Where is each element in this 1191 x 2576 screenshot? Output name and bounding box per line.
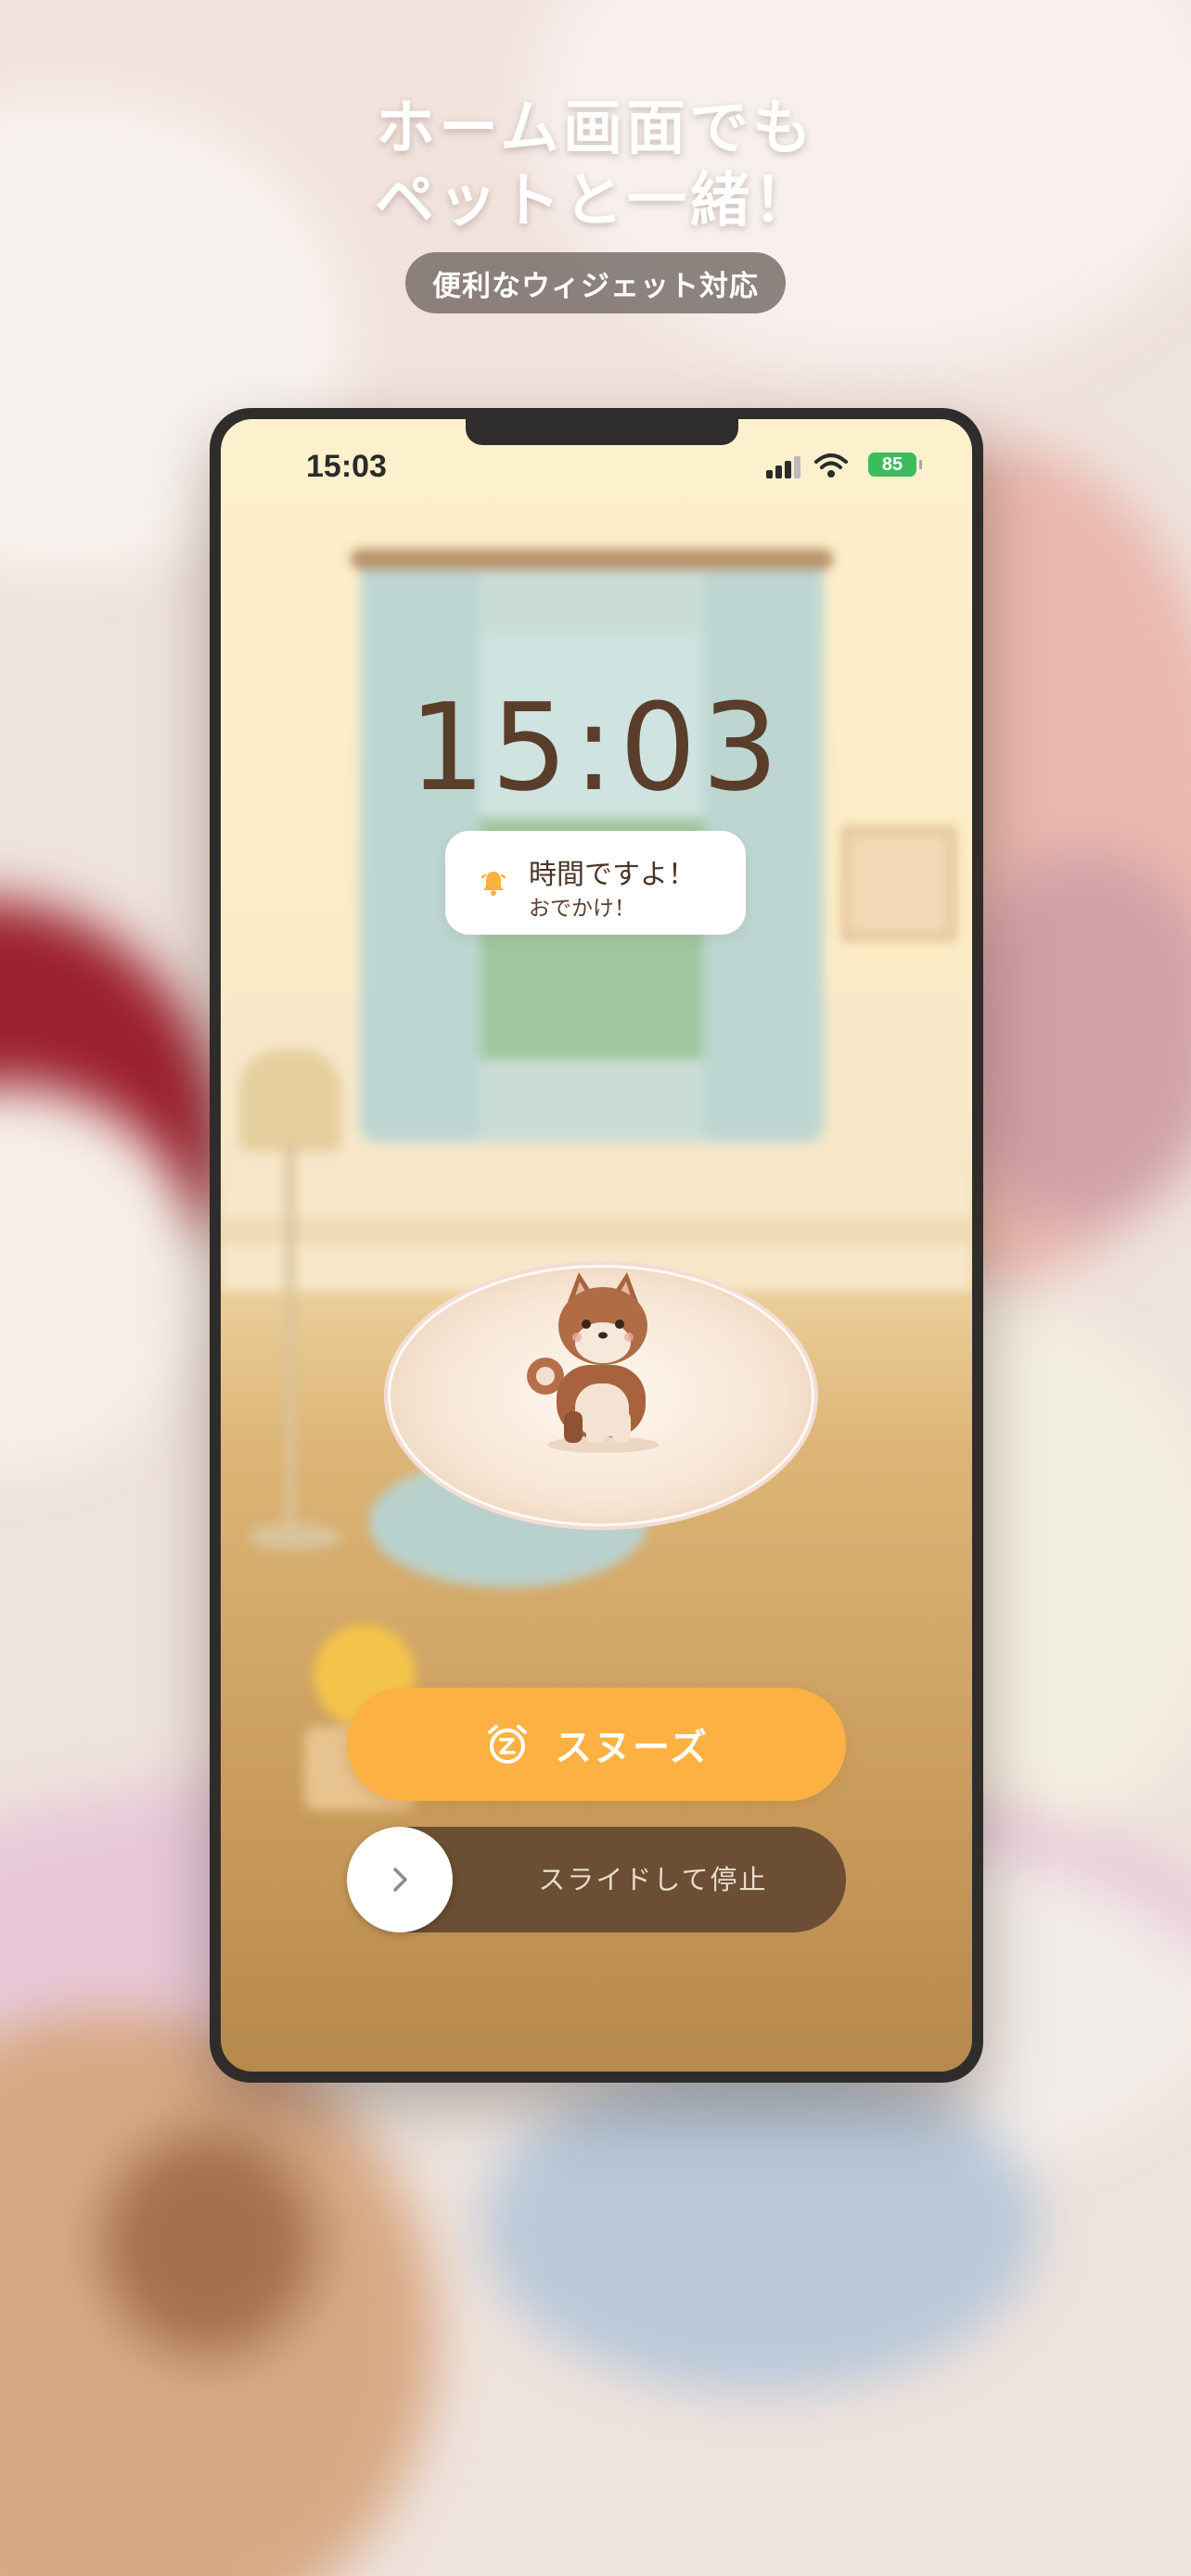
cellular-signal-icon — [766, 456, 803, 478]
shiba-pet-icon[interactable] — [519, 1272, 686, 1458]
phone-notch — [466, 419, 738, 445]
alarm-message-card: 時間ですよ！ おでかけ！ — [445, 831, 746, 935]
headline-line-1: ホーム画面でも — [375, 95, 816, 163]
widget-support-badge: 便利なウィジェット対応 — [405, 252, 786, 313]
battery-level: 85 — [881, 453, 903, 475]
status-time: 15:03 — [306, 449, 387, 484]
snooze-label: スヌーズ — [555, 1727, 709, 1769]
alarm-subtitle: おでかけ！ — [529, 897, 635, 921]
chevron-right-icon — [393, 1868, 407, 1892]
alarm-title: 時間ですよ！ — [529, 859, 696, 891]
phone-frame: 15:03 85 15:03 時間ですよ！ おでかけ！ スヌーズ スライドして停… — [210, 408, 983, 2083]
alarm-time: 15:03 — [408, 677, 785, 818]
battery-icon: 85 — [868, 453, 922, 477]
slide-label: スライドして停止 — [538, 1864, 768, 1895]
slide-to-stop[interactable]: スライドして停止 — [347, 1827, 846, 1932]
snooze-button[interactable]: スヌーズ — [347, 1688, 846, 1801]
room-background — [221, 419, 972, 2072]
alarm-clock-icon — [488, 1725, 527, 1764]
promo-headline: ホーム画面でも ペットと一緒！ — [0, 93, 1191, 237]
alarm-screen: 15:03 85 15:03 時間ですよ！ おでかけ！ スヌーズ スライドして停… — [221, 419, 972, 2072]
bell-icon — [480, 872, 506, 896]
slider-knob[interactable] — [347, 1827, 453, 1932]
headline-line-2: ペットと一緒！ — [375, 167, 816, 236]
wifi-icon — [814, 453, 848, 478]
